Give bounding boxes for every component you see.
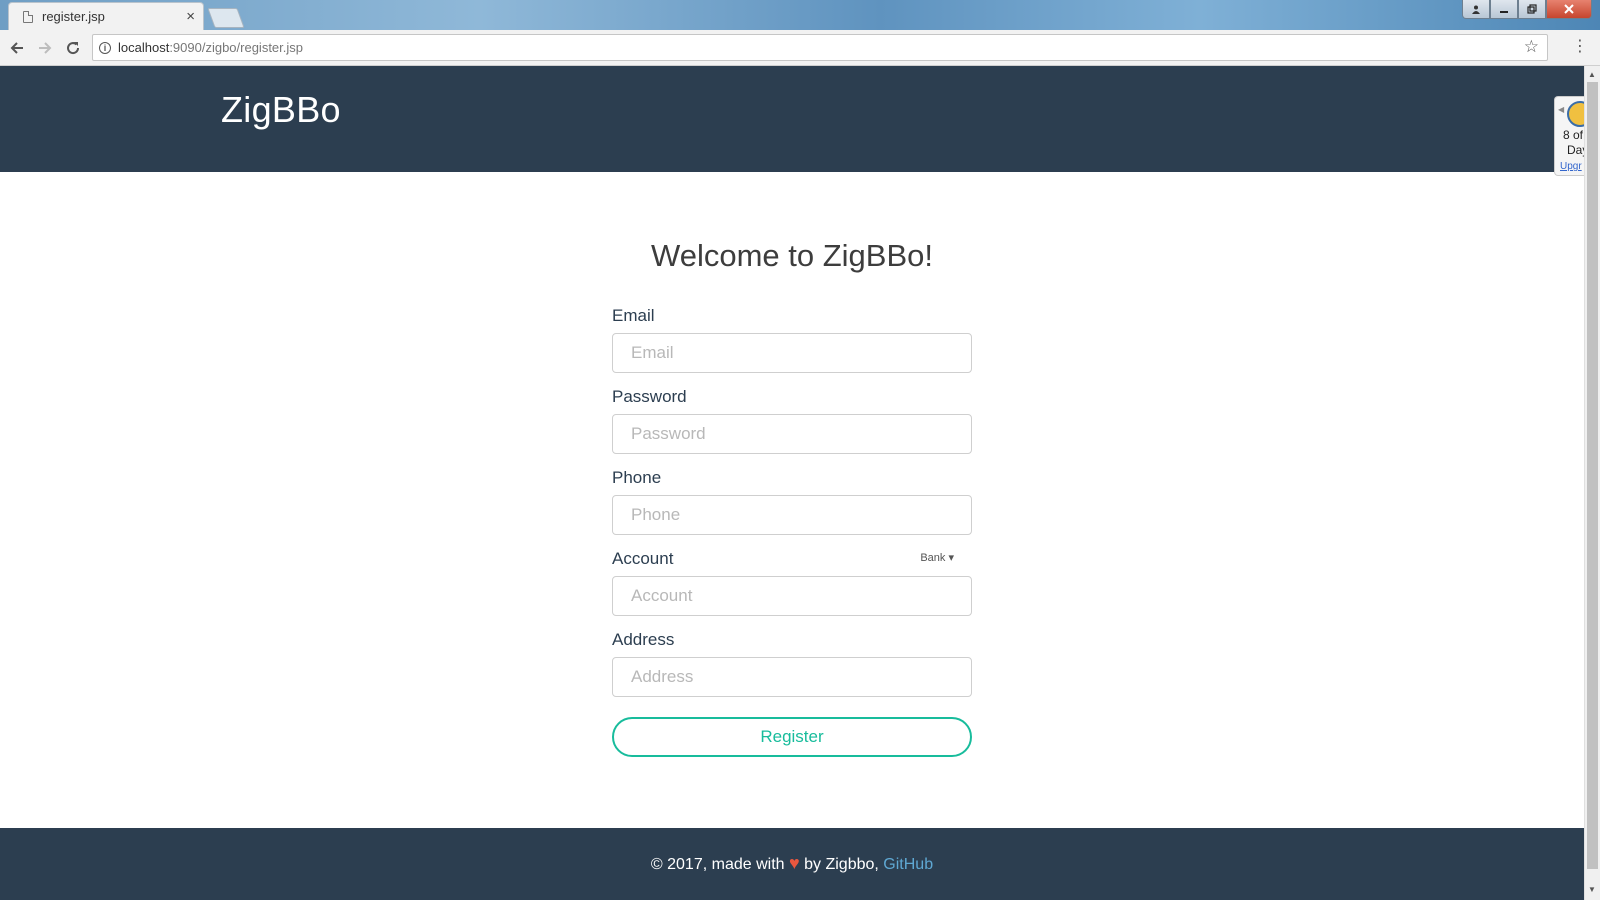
window-controls (1462, 0, 1592, 19)
user-icon[interactable] (1462, 0, 1490, 19)
password-field[interactable] (612, 414, 972, 454)
new-tab-button[interactable] (207, 8, 245, 28)
site-footer: © 2017, made with ♥ by Zigbbo, GitHub (0, 828, 1584, 900)
collapse-arrow-icon[interactable]: ◀ (1558, 105, 1564, 114)
page-icon (23, 10, 33, 23)
minimize-icon[interactable] (1490, 0, 1518, 19)
page-scrollbar[interactable]: ▲ ▼ (1584, 66, 1600, 900)
email-field-group: Email (612, 306, 972, 373)
brand-logo[interactable]: ZigBBo (221, 89, 341, 131)
address-field-group: Address (612, 630, 972, 697)
account-label: Account (612, 549, 674, 568)
footer-prefix: © 2017, made with (650, 856, 785, 873)
password-label: Password (612, 387, 687, 406)
account-field[interactable] (612, 576, 972, 616)
phone-label: Phone (612, 468, 662, 487)
github-link[interactable]: GitHub (883, 856, 933, 873)
tab-close-icon[interactable]: × (186, 9, 195, 24)
address-field[interactable] (612, 657, 972, 697)
address-label: Address (612, 630, 675, 649)
widget-line1: 8 of (1563, 128, 1584, 142)
browser-toolbar: i localhost:9090/zigbo/register.jsp ☆ ⋮ (0, 30, 1600, 66)
menu-icon[interactable]: ⋮ (1572, 39, 1588, 55)
side-widget[interactable]: ◀ 8 of Day Upgr (1554, 96, 1584, 176)
phone-field-group: Phone (612, 468, 972, 535)
widget-link[interactable]: Upgr (1560, 161, 1582, 172)
caret-down-icon: ▾ (948, 552, 954, 564)
widget-badge-icon (1567, 101, 1584, 127)
scroll-thumb[interactable] (1587, 82, 1598, 869)
register-button[interactable]: Register (612, 717, 972, 757)
email-field[interactable] (612, 333, 972, 373)
widget-line2: Day (1567, 143, 1584, 157)
site-header: ZigBBo (0, 66, 1584, 172)
restore-icon[interactable] (1518, 0, 1546, 19)
account-field-group: Account Bank ▾ (612, 549, 972, 616)
password-field-group: Password (612, 387, 972, 454)
scroll-up-icon[interactable]: ▲ (1588, 70, 1596, 79)
register-form: Email Password Phone Account Bank ▾ Addr… (612, 306, 972, 757)
browser-tab[interactable]: register.jsp × (8, 2, 204, 30)
heart-icon: ♥ (788, 853, 800, 873)
bank-dropdown[interactable]: Bank ▾ (920, 551, 954, 564)
window-close-icon[interactable] (1546, 0, 1592, 19)
tab-title: register.jsp (42, 9, 105, 24)
page-content: ZigBBo ◀ 8 of Day Upgr Welcome to ZigBBo… (0, 66, 1584, 900)
address-bar[interactable]: i localhost:9090/zigbo/register.jsp ☆ (92, 34, 1548, 61)
star-icon[interactable]: ☆ (1524, 37, 1539, 57)
footer-suffix: by Zigbbo, (804, 856, 879, 873)
scroll-down-icon[interactable]: ▼ (1588, 885, 1596, 894)
back-icon[interactable] (6, 37, 28, 59)
forward-icon[interactable] (34, 37, 56, 59)
email-label: Email (612, 306, 655, 325)
url-text: localhost:9090/zigbo/register.jsp (118, 40, 304, 55)
page-title: Welcome to ZigBBo! (651, 238, 933, 273)
phone-field[interactable] (612, 495, 972, 535)
browser-titlebar: register.jsp × (0, 0, 1600, 30)
bank-dropdown-label: Bank (920, 552, 946, 564)
reload-icon[interactable] (62, 37, 84, 59)
info-icon[interactable]: i (99, 41, 111, 54)
